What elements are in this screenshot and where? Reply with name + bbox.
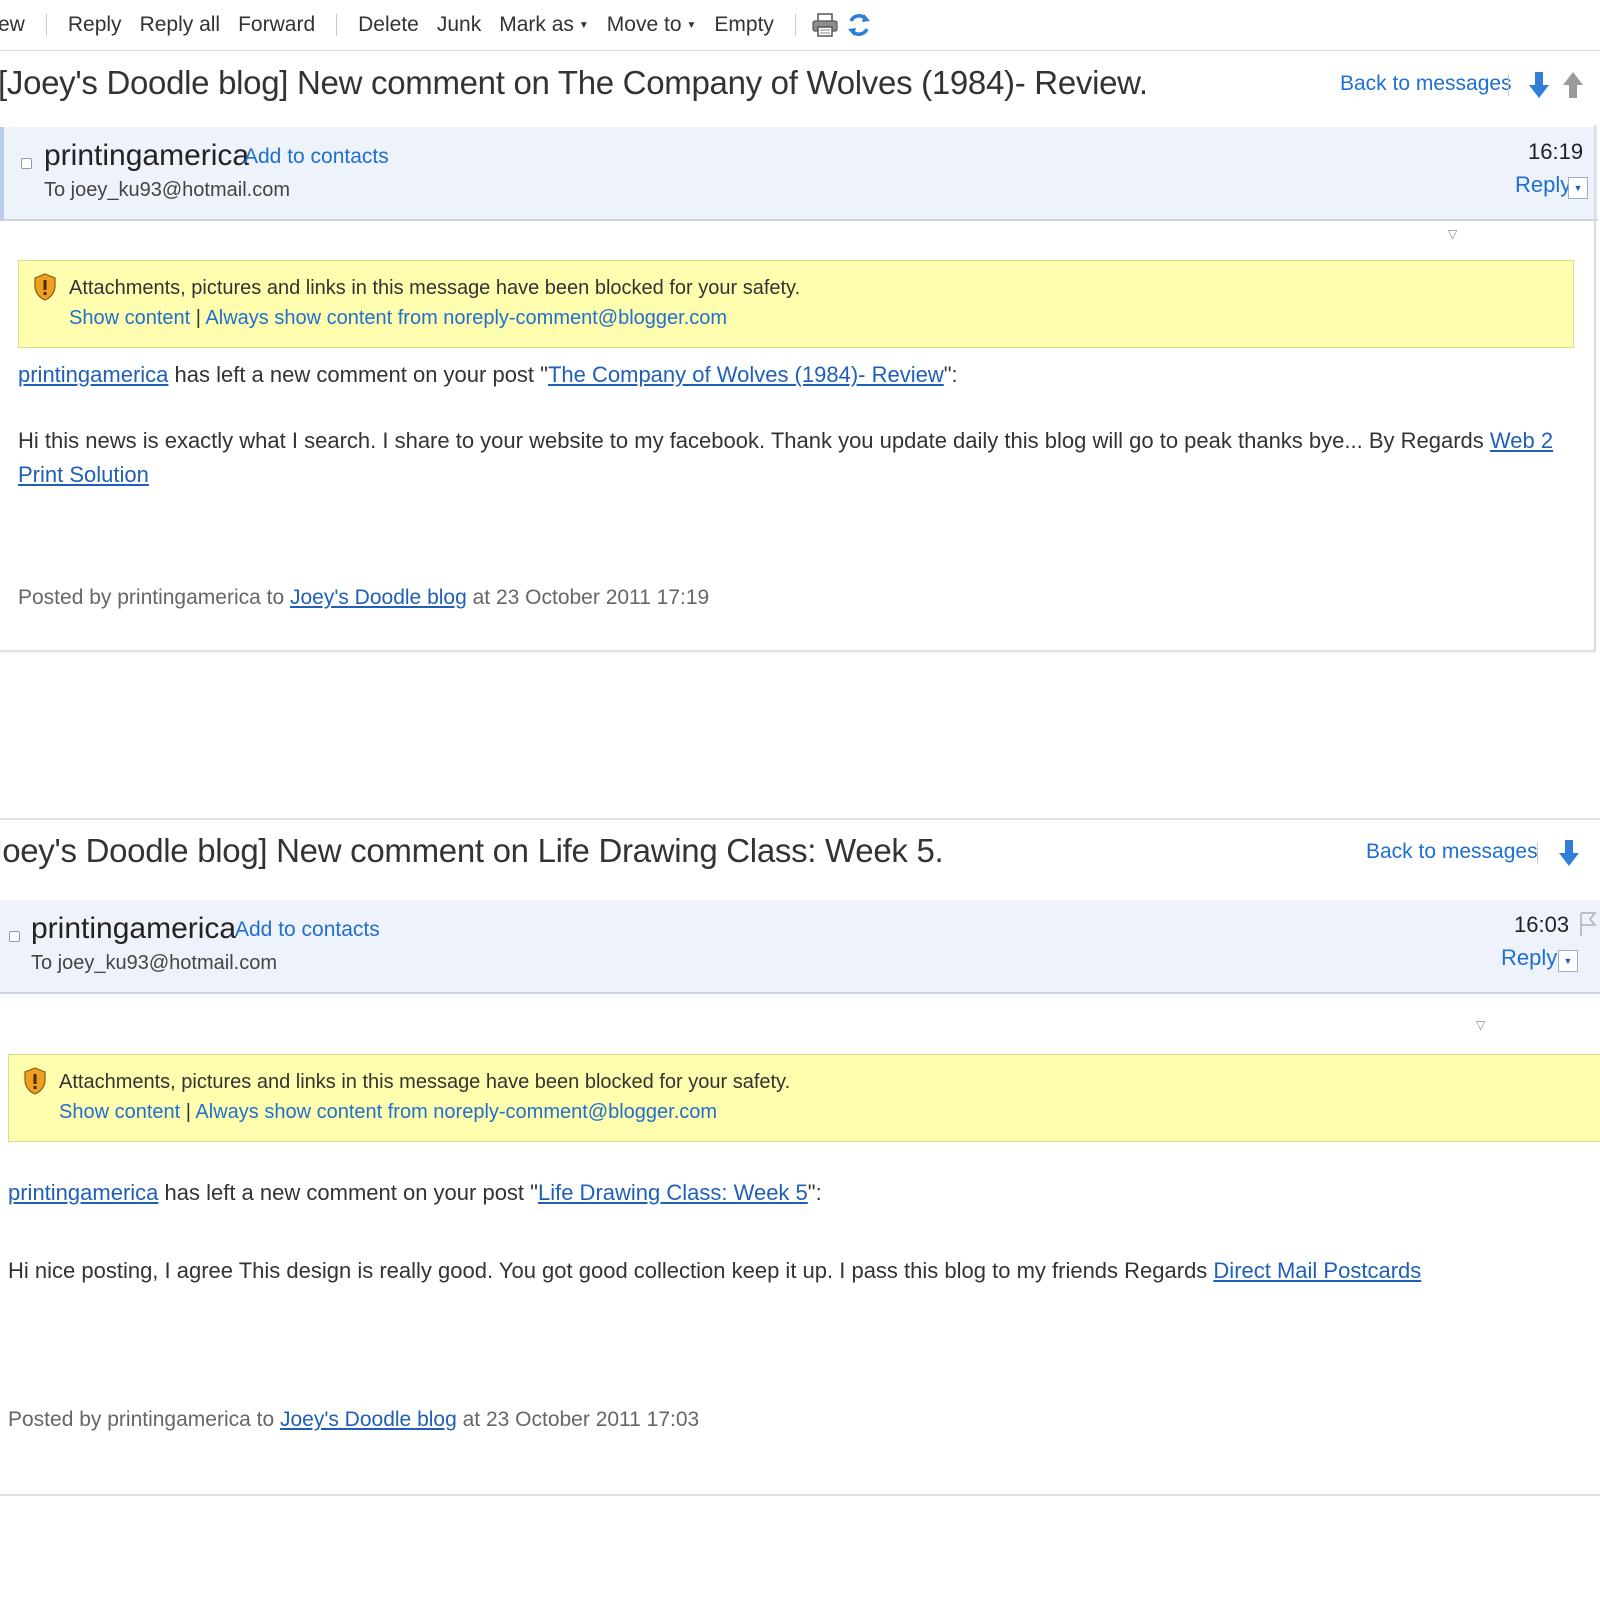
footer-prefix: Posted by printingamerica to [8,1408,280,1431]
toolbar-separator [45,14,47,36]
reply-button[interactable]: Reply [1515,172,1571,198]
message-footer: Posted by printingamerica to Joey's Dood… [8,1408,699,1432]
blog-link[interactable]: Joey's Doodle blog [290,586,467,609]
intro-text: has left a new comment on your post " [168,362,548,387]
add-to-contacts-link[interactable]: Add to contacts [244,145,389,169]
caret-down-icon: ▼ [686,20,697,31]
comment-text: Hi this news is exactly what I search. I… [18,428,1490,453]
comment-link[interactable]: Direct Mail Postcards [1213,1258,1421,1283]
shield-warning-icon [23,1067,47,1095]
safety-warning-text: Attachments, pictures and links in this … [69,277,801,299]
move-to-label: Move to [606,13,682,36]
recipient-line: To joey_ku93@hotmail.com [31,952,277,974]
footer-suffix: at 23 October 2011 17:03 [456,1408,700,1431]
safety-warning-bar: Attachments, pictures and links in this … [18,260,1574,348]
shield-warning-icon [33,273,57,301]
post-link[interactable]: The Company of Wolves (1984)- Review [548,362,944,387]
footer-prefix: Posted by printingamerica to [18,586,290,609]
previous-message-up-arrow-icon[interactable] [1560,70,1586,100]
message-time: 16:03 [1514,912,1570,937]
reply-button[interactable]: Reply [59,13,131,37]
next-message-down-arrow-icon[interactable] [1526,70,1552,100]
subject-row: Joey's Doodle blog] New comment on Life … [0,820,1600,890]
reply-button[interactable]: Reply [1501,945,1557,971]
link-separator: | [185,1101,191,1123]
message-header: printingamerica Add to contacts To joey_… [0,127,1598,221]
reply-all-button[interactable]: Reply all [131,13,230,37]
add-to-contacts-link[interactable]: Add to contacts [235,918,380,942]
move-to-menu[interactable]: Move to ▼ [598,13,706,37]
blog-link[interactable]: Joey's Doodle blog [280,1408,457,1431]
message-checkbox[interactable] [9,931,20,942]
mark-as-menu[interactable]: Mark as ▼ [490,13,598,37]
mark-as-label: Mark as [499,13,574,36]
always-show-content-link[interactable]: Always show content from noreply-comment… [205,307,727,329]
caret-down-icon: ▼ [578,20,589,31]
sender-name: printingamerica [31,912,237,945]
intro-end: ": [943,362,958,387]
message-divider-shadow [0,650,1594,654]
separator [1508,74,1509,96]
link-separator: | [195,307,201,329]
printer-icon[interactable] [808,8,842,42]
toolbar-separator [794,14,796,36]
intro-text: has left a new comment on your post " [158,1180,538,1205]
always-show-content-link[interactable]: Always show content from noreply-comment… [195,1101,717,1123]
comment-body: Hi nice posting, I agree This design is … [8,1254,1588,1288]
comment-intro: printingamerica has left a new comment o… [8,1176,822,1210]
message-border [1594,125,1596,652]
collapse-triangle-icon[interactable]: ▽ [1476,1018,1485,1032]
toolbar: ew Reply Reply all Forward Delete Junk M… [0,0,1600,51]
show-content-link[interactable]: Show content [59,1101,180,1123]
sender-name: printingamerica [44,139,250,172]
back-to-messages-link[interactable]: Back to messages [1366,840,1538,864]
comment-text: Hi nice posting, I agree This design is … [8,1258,1214,1283]
next-message-down-arrow-icon[interactable] [1556,838,1582,868]
footer-suffix: at 23 October 2011 17:19 [466,586,710,609]
reply-dropdown-icon[interactable]: ▼ [1558,950,1578,972]
message-header: printingamerica Add to contacts To joey_… [0,900,1600,994]
intro-end: ": [807,1180,822,1205]
empty-button[interactable]: Empty [705,13,783,37]
show-content-link[interactable]: Show content [69,307,190,329]
refresh-icon[interactable] [842,8,876,42]
comment-intro: printingamerica has left a new comment o… [18,358,958,392]
message-checkbox[interactable] [21,158,32,169]
collapse-triangle-icon[interactable]: ▽ [1448,227,1457,241]
comment-body: Hi this news is exactly what I search. I… [18,424,1558,492]
commenter-link[interactable]: printingamerica [18,362,168,387]
message-footer: Posted by printingamerica to Joey's Dood… [18,586,709,610]
message-subject: [Joey's Doodle blog] New comment on The … [0,64,1148,101]
message-bottom-border [0,1494,1600,1496]
safety-links: Show content | Always show content from … [59,1101,717,1124]
safety-warning-text: Attachments, pictures and links in this … [59,1071,791,1093]
delete-button[interactable]: Delete [349,13,428,37]
back-to-messages-link[interactable]: Back to messages [1340,72,1512,96]
subject-row: [Joey's Doodle blog] New comment on The … [0,52,1600,122]
flag-icon[interactable] [1578,910,1598,938]
message-time: 16:19 [1528,139,1584,164]
safety-warning-bar: Attachments, pictures and links in this … [8,1054,1600,1142]
junk-button[interactable]: Junk [428,13,490,37]
separator [1537,842,1538,864]
new-button[interactable]: ew [0,13,34,37]
toolbar-separator [336,14,338,36]
recipient-line: To joey_ku93@hotmail.com [44,179,290,201]
forward-button[interactable]: Forward [229,13,324,37]
safety-links: Show content | Always show content from … [69,307,727,330]
message-1: [Joey's Doodle blog] New comment on The … [0,52,1600,652]
message-2: Joey's Doodle blog] New comment on Life … [0,818,1600,1500]
message-subject: Joey's Doodle blog] New comment on Life … [0,832,944,869]
reply-dropdown-icon[interactable]: ▼ [1568,177,1588,199]
commenter-link[interactable]: printingamerica [8,1180,158,1205]
post-link[interactable]: Life Drawing Class: Week 5 [538,1180,808,1205]
